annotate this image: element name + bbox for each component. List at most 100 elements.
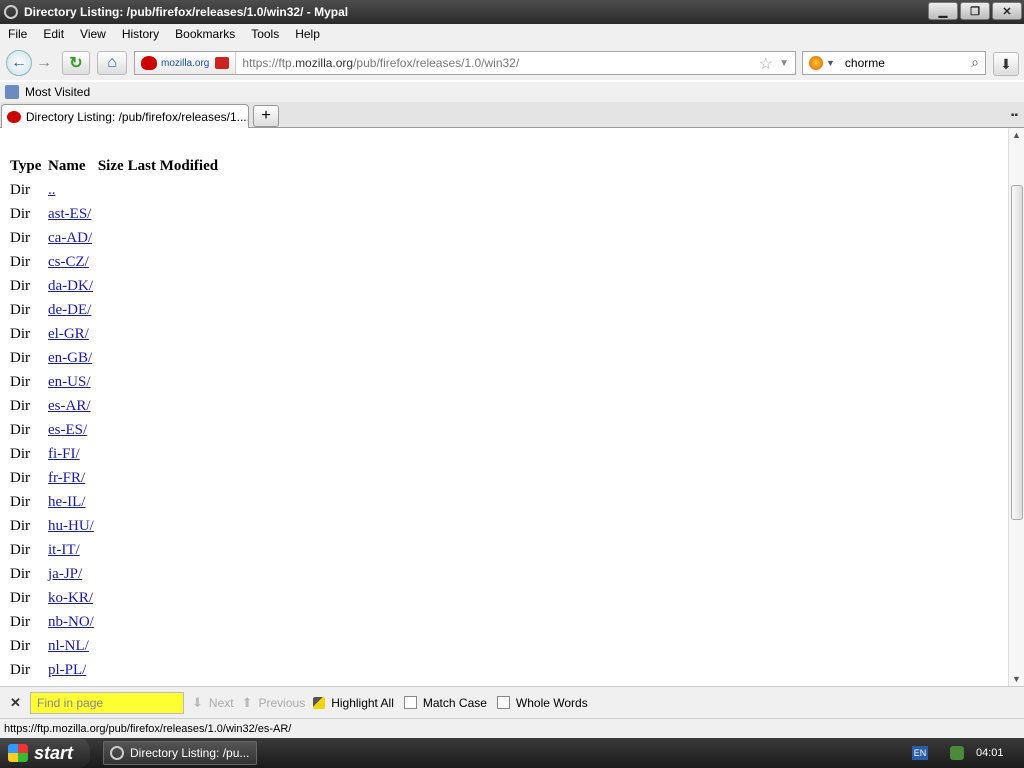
find-next-button[interactable]: ⬇ Next xyxy=(192,695,234,711)
url-dropdown-icon[interactable]: ▼ xyxy=(779,58,789,69)
reload-button[interactable]: ↻ xyxy=(62,51,90,75)
search-engine-icon[interactable] xyxy=(809,56,823,70)
scroll-down-icon[interactable]: ▼ xyxy=(1012,674,1021,684)
menu-help[interactable]: Help xyxy=(295,27,320,41)
directory-link[interactable]: fr-FR/ xyxy=(48,470,85,486)
row-name-cell: hu-HU/ xyxy=(48,514,98,538)
directory-listing-table: Type Name Size Last Modified Dir.. Dir ast… xyxy=(10,154,222,682)
table-row: Dir nl-NL/ xyxy=(10,634,222,658)
home-button[interactable]: ⌂ xyxy=(97,51,127,75)
chevron-down-icon[interactable]: ▼ xyxy=(826,58,835,68)
directory-link[interactable]: da-DK/ xyxy=(48,278,93,294)
row-type: Dir xyxy=(10,637,30,654)
table-row: Dir fr-FR/ xyxy=(10,466,222,490)
close-find-bar-button[interactable]: ✕ xyxy=(10,695,22,711)
directory-link[interactable]: ca-AD/ xyxy=(48,230,92,246)
forward-button[interactable]: → xyxy=(33,52,55,74)
directory-link[interactable]: ast-ES/ xyxy=(48,206,91,222)
directory-link[interactable]: it-IT/ xyxy=(48,542,80,558)
page-content: Type Name Size Last Modified Dir.. Dir ast… xyxy=(0,128,1008,686)
row-type: Dir xyxy=(10,517,30,534)
network-icon[interactable] xyxy=(950,746,964,760)
back-button[interactable]: ← xyxy=(6,50,32,76)
directory-link[interactable]: en-US/ xyxy=(48,374,91,390)
table-row: Dir nb-NO/ xyxy=(10,610,222,634)
close-button[interactable]: ✕ xyxy=(992,2,1022,20)
menu-file[interactable]: File xyxy=(8,27,27,41)
tab-directory-listing[interactable]: Directory Listing: /pub/firefox/releases… xyxy=(1,104,249,129)
table-row: Dir fi-FI/ xyxy=(10,442,222,466)
highlight-all-button[interactable]: Highlight All xyxy=(313,696,394,710)
table-row: Dir ast-ES/ xyxy=(10,202,222,226)
menu-history[interactable]: History xyxy=(122,27,159,41)
menu-view[interactable]: View xyxy=(80,27,106,41)
site-identity-button[interactable]: mozilla.org xyxy=(135,52,237,74)
menu-edit[interactable]: Edit xyxy=(43,27,64,41)
search-bar[interactable]: ▼ chorme ⌕ xyxy=(802,51,986,75)
menu-bookmarks[interactable]: Bookmarks xyxy=(175,27,235,41)
header-type: Type xyxy=(10,157,42,174)
directory-link[interactable]: nb-NO/ xyxy=(48,614,94,630)
directory-link[interactable]: cs-CZ/ xyxy=(48,254,89,270)
directory-link[interactable]: fi-FI/ xyxy=(48,446,80,462)
vertical-scrollbar[interactable]: ▲ ▼ xyxy=(1008,128,1024,686)
header-size: Size xyxy=(97,157,124,174)
whole-words-checkbox[interactable]: Whole Words xyxy=(496,696,588,710)
directory-link[interactable]: en-GB/ xyxy=(48,350,92,366)
url-text[interactable]: https://ftp.mozilla.org/pub/firefox/rele… xyxy=(242,56,519,70)
new-tab-button[interactable]: + xyxy=(253,105,279,127)
row-type: Dir xyxy=(10,373,30,390)
directory-link[interactable]: ja-JP/ xyxy=(48,566,82,582)
directory-link[interactable]: es-AR/ xyxy=(48,398,91,414)
system-tray: EN 04:01 xyxy=(908,738,1024,768)
minimize-button[interactable]: ▁ xyxy=(928,2,958,20)
tab-label: Directory Listing: /pub/firefox/releases… xyxy=(25,110,248,124)
scroll-up-icon[interactable]: ▲ xyxy=(1012,130,1021,140)
directory-link[interactable]: .. xyxy=(48,182,56,198)
find-input[interactable]: Find in page xyxy=(30,691,184,714)
directory-link[interactable]: he-IL/ xyxy=(48,494,85,510)
table-header-row: Type Name Size Last Modified xyxy=(10,154,222,178)
start-button[interactable]: start xyxy=(0,738,90,768)
directory-link[interactable]: el-GR/ xyxy=(48,326,89,342)
row-last-modified xyxy=(128,514,222,538)
row-size xyxy=(98,274,128,298)
window-controls: ▁ ❐ ✕ xyxy=(928,2,1022,20)
row-last-modified xyxy=(128,538,222,562)
language-indicator[interactable]: EN xyxy=(912,746,928,760)
row-size xyxy=(98,442,128,466)
directory-link[interactable]: ko-KR/ xyxy=(48,590,93,606)
maximize-button[interactable]: ❐ xyxy=(960,2,990,20)
directory-link[interactable]: hu-HU/ xyxy=(48,518,94,534)
row-name-cell: cs-CZ/ xyxy=(48,250,98,274)
taskbar-item-browser[interactable]: Directory Listing: /pu... xyxy=(103,741,257,765)
row-last-modified xyxy=(128,610,222,634)
match-case-checkbox[interactable]: Match Case xyxy=(403,696,487,710)
row-type: Dir xyxy=(10,301,30,318)
row-name-cell: en-US/ xyxy=(48,370,98,394)
find-previous-button[interactable]: ⬆ Previous xyxy=(242,695,306,711)
search-icon[interactable]: ⌕ xyxy=(971,54,979,71)
window-title: Directory Listing: /pub/firefox/releases… xyxy=(24,5,349,19)
row-size xyxy=(98,538,128,562)
menu-bar: File Edit View History Bookmarks Tools H… xyxy=(0,24,1024,44)
row-type: Dir xyxy=(10,445,30,462)
search-input[interactable]: chorme xyxy=(845,56,885,70)
directory-link[interactable]: nl-NL/ xyxy=(48,638,89,654)
most-visited-bookmark[interactable]: Most Visited xyxy=(25,85,90,99)
row-last-modified xyxy=(128,178,222,202)
table-row: Dir da-DK/ xyxy=(10,274,222,298)
row-last-modified xyxy=(128,370,222,394)
header-last-modified: Last Modified xyxy=(127,157,219,174)
scrollbar-thumb[interactable] xyxy=(1011,185,1023,520)
bookmark-star-icon[interactable]: ☆ xyxy=(759,54,773,74)
row-type: Dir xyxy=(10,349,30,366)
directory-link[interactable]: es-ES/ xyxy=(48,422,87,438)
directory-link[interactable]: pl-PL/ xyxy=(48,662,86,678)
downloads-button[interactable]: ⬇ xyxy=(993,52,1019,76)
menu-tools[interactable]: Tools xyxy=(251,27,279,41)
highlighter-icon xyxy=(313,696,326,709)
url-bar[interactable]: mozilla.org https://ftp.mozilla.org/pub/… xyxy=(134,51,796,75)
directory-link[interactable]: de-DE/ xyxy=(48,302,91,318)
list-all-tabs-icon[interactable]: ▪▪ xyxy=(1011,110,1018,121)
